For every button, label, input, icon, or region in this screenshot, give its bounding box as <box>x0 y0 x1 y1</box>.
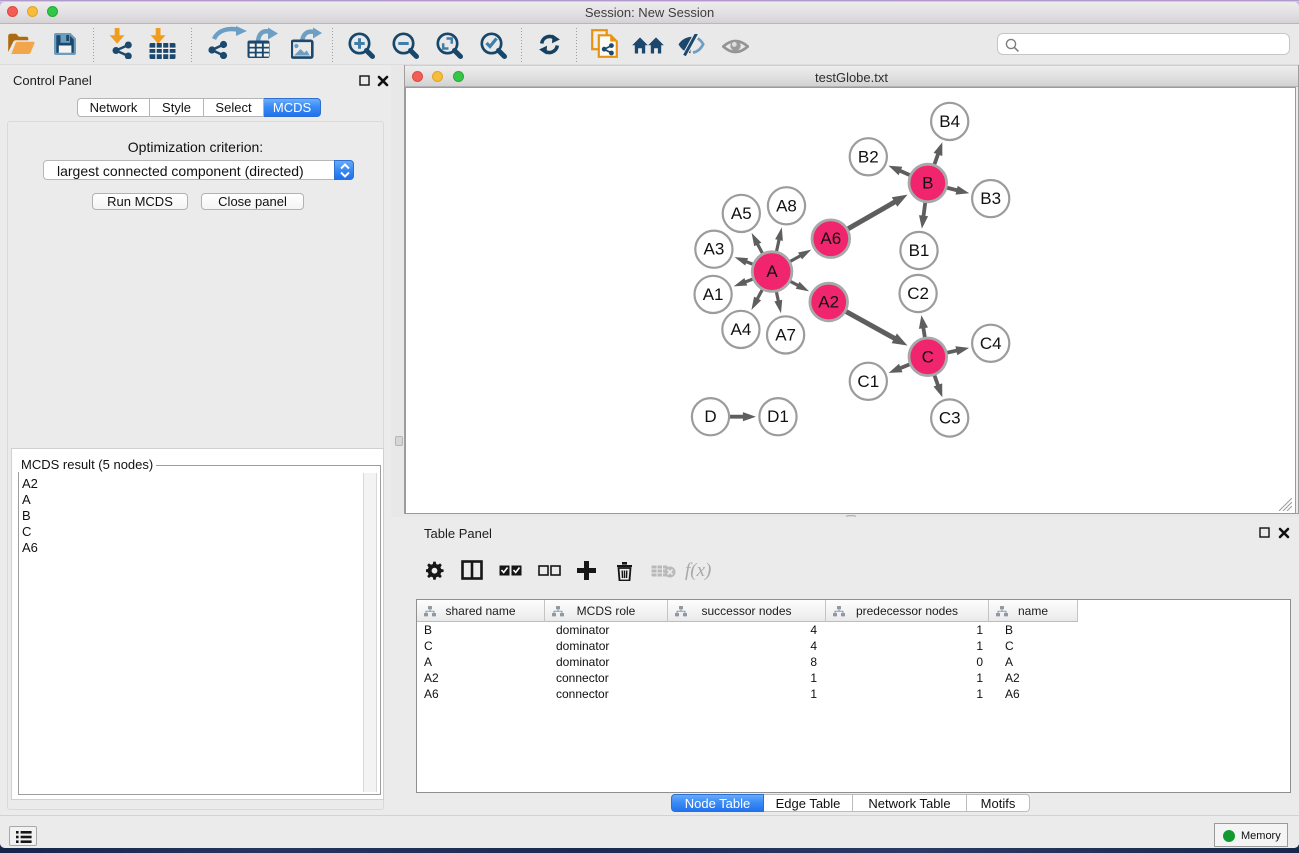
svg-text:B3: B3 <box>980 189 1001 208</box>
svg-text:A8: A8 <box>776 196 797 215</box>
svg-text:A2: A2 <box>818 293 839 312</box>
svg-text:C4: C4 <box>980 334 1002 353</box>
svg-text:A: A <box>766 262 778 281</box>
svg-text:B4: B4 <box>939 112 960 131</box>
svg-text:A5: A5 <box>731 204 752 223</box>
svg-text:C1: C1 <box>857 372 879 391</box>
svg-text:D1: D1 <box>767 407 789 426</box>
svg-text:A6: A6 <box>820 229 841 248</box>
svg-text:A7: A7 <box>775 325 796 344</box>
svg-text:A3: A3 <box>704 240 725 259</box>
svg-text:C3: C3 <box>939 409 961 428</box>
svg-text:D: D <box>704 407 716 426</box>
svg-text:A4: A4 <box>731 320 752 339</box>
svg-text:B: B <box>922 174 933 193</box>
svg-text:C2: C2 <box>907 284 929 303</box>
svg-text:B1: B1 <box>909 241 930 260</box>
svg-text:C: C <box>922 347 934 366</box>
svg-text:A1: A1 <box>703 285 724 304</box>
svg-text:B2: B2 <box>858 147 879 166</box>
